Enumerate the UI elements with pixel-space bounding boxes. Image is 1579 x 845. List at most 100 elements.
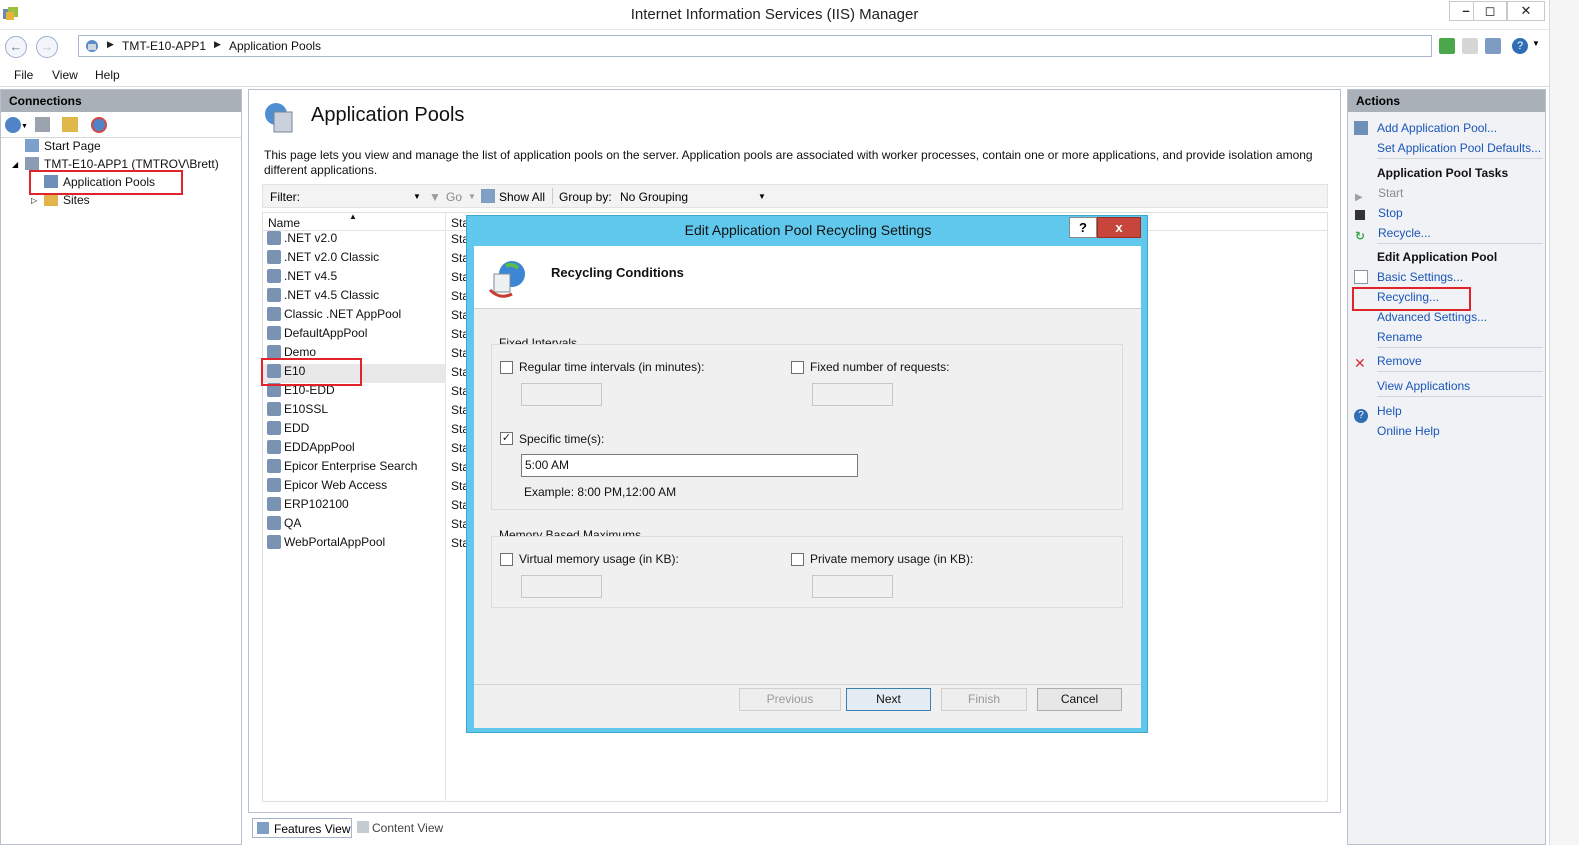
menu-file[interactable]: File (14, 68, 33, 82)
navigation-bar: ← → ▶ TMT-E10-APP1 ▶ Application Pools ?… (0, 31, 1549, 61)
pool-row[interactable]: DefaultAppPool (263, 326, 445, 345)
pool-row[interactable]: ERP102100 (263, 497, 445, 516)
filter-input[interactable] (303, 187, 421, 205)
help-dropdown-icon[interactable]: ▼ (1532, 39, 1540, 48)
maximize-button[interactable]: ◻ (1473, 1, 1507, 21)
remove-link[interactable]: ✕ Remove (1354, 354, 1422, 371)
pool-row[interactable]: .NET v2.0 (263, 231, 445, 250)
breadcrumb-arrow-icon: ▶ (107, 39, 114, 49)
connections-header: Connections (1, 90, 241, 112)
dialog-title: Edit Application Pool Recycling Settings (684, 222, 932, 238)
fixed-requests-label: Fixed number of requests: (810, 360, 950, 374)
pool-row[interactable]: EDD (263, 421, 445, 440)
pool-row[interactable]: .NET v2.0 Classic (263, 250, 445, 269)
recycle-action[interactable]: ↻ Recycle... (1355, 226, 1431, 243)
separator (1377, 243, 1543, 244)
pool-row[interactable]: E10SSL (263, 402, 445, 421)
tree-start-page[interactable]: Start Page (25, 139, 101, 153)
next-button[interactable]: Next (846, 688, 931, 711)
collapse-arrow-icon[interactable]: ◢ (12, 160, 18, 169)
fixed-requests-checkbox[interactable] (791, 361, 804, 374)
pool-row[interactable]: .NET v4.5 (263, 269, 445, 288)
virtual-memory-input[interactable] (521, 575, 602, 598)
basic-settings-link[interactable]: Basic Settings... (1354, 270, 1463, 284)
view-applications-link[interactable]: View Applications (1377, 379, 1470, 393)
breadcrumb-app-pools[interactable]: Application Pools (229, 39, 321, 53)
stop-loading-icon[interactable] (1462, 38, 1478, 54)
finish-button[interactable]: Finish (941, 688, 1027, 711)
tab-features-view[interactable]: Features View (252, 818, 352, 838)
app-pool-icon (267, 250, 281, 264)
pool-row[interactable]: EDDAppPool (263, 440, 445, 459)
fixed-requests-input[interactable] (812, 383, 893, 406)
address-bar[interactable]: ▶ TMT-E10-APP1 ▶ Application Pools (78, 35, 1432, 57)
menu-view[interactable]: View (52, 68, 78, 82)
go-dropdown-icon[interactable]: ▼ (468, 192, 476, 201)
specific-times-label: Specific time(s): (519, 432, 605, 446)
tree-sites[interactable]: Sites (44, 193, 90, 207)
online-help-link[interactable]: Online Help (1377, 424, 1440, 438)
dialog-close-button[interactable]: x (1097, 217, 1141, 238)
previous-button[interactable]: Previous (739, 688, 841, 711)
home-icon[interactable] (1485, 38, 1501, 54)
connections-panel: Connections ▼ Start Page ◢ TMT-E10-APP1 … (0, 89, 242, 845)
pool-name: ERP102100 (284, 497, 349, 511)
expand-arrow-icon[interactable]: ▷ (31, 196, 37, 205)
group-by-select[interactable]: No Grouping (620, 190, 688, 204)
back-button[interactable]: ← (5, 36, 27, 58)
regular-time-checkbox[interactable] (500, 361, 513, 374)
set-pool-defaults-link[interactable]: Set Application Pool Defaults... (1377, 141, 1541, 155)
add-application-pool-link[interactable]: Add Application Pool... (1354, 121, 1497, 135)
pool-row[interactable]: Classic .NET AppPool (263, 307, 445, 326)
name-column-header[interactable]: Name ▲ (263, 212, 445, 231)
show-all-button[interactable]: Show All (499, 190, 545, 204)
app-pool-icon (267, 345, 281, 359)
dialog-help-button[interactable]: ? (1069, 217, 1097, 238)
specific-times-checkbox[interactable]: ✓ (500, 432, 513, 445)
pool-name: E10SSL (284, 402, 329, 416)
tree-server[interactable]: TMT-E10-APP1 (TMTROV\Brett) (25, 157, 219, 171)
pool-row[interactable]: Epicor Web Access (263, 478, 445, 497)
private-memory-checkbox[interactable] (791, 553, 804, 566)
breadcrumb-server[interactable]: TMT-E10-APP1 (122, 39, 206, 53)
stop-action[interactable]: Stop (1355, 206, 1403, 220)
folder-up-icon[interactable] (62, 117, 78, 132)
recycling-settings-dialog: Edit Application Pool Recycling Settings… (466, 215, 1148, 733)
settings-page-icon (1354, 270, 1368, 284)
rename-link[interactable]: Rename (1377, 330, 1422, 344)
specific-times-example: Example: 8:00 PM,12:00 AM (524, 485, 677, 499)
pool-name: .NET v2.0 Classic (284, 250, 380, 264)
regular-time-input[interactable] (521, 383, 602, 406)
features-view-icon (257, 822, 269, 834)
forward-button[interactable]: → (36, 36, 58, 58)
refresh-icon[interactable] (1439, 38, 1455, 54)
app-pool-icon (267, 231, 281, 245)
cancel-button[interactable]: Cancel (1037, 688, 1122, 711)
advanced-settings-link[interactable]: Advanced Settings... (1377, 310, 1487, 324)
connect-icon[interactable] (5, 117, 21, 133)
add-pool-icon (1354, 121, 1368, 135)
group-by-dropdown-icon[interactable]: ▼ (758, 192, 766, 201)
tab-content-view[interactable]: Content View (355, 818, 450, 838)
page-title: Application Pools (311, 104, 465, 126)
pool-row[interactable]: .NET v4.5 Classic (263, 288, 445, 307)
menu-help[interactable]: Help (95, 68, 120, 82)
close-window-button[interactable]: ✕ (1507, 1, 1545, 21)
filter-dropdown-icon[interactable]: ▼ (413, 192, 421, 201)
help-icon[interactable]: ? (1512, 38, 1528, 54)
pool-row[interactable]: WebPortalAppPool (263, 535, 445, 554)
help-link[interactable]: ? Help (1354, 404, 1402, 423)
breadcrumb-arrow-icon: ▶ (214, 39, 221, 49)
specific-times-input[interactable]: 5:00 AM (521, 454, 858, 477)
private-memory-input[interactable] (812, 575, 893, 598)
pool-row[interactable]: Epicor Enterprise Search (263, 459, 445, 478)
save-icon[interactable] (35, 117, 50, 132)
start-action[interactable]: ▶ Start (1355, 186, 1403, 206)
connect-dropdown-icon[interactable]: ▼ (21, 123, 28, 130)
content-view-icon (357, 821, 369, 833)
pool-row[interactable]: QA (263, 516, 445, 535)
go-button[interactable]: Go (446, 190, 462, 204)
disconnect-icon[interactable] (91, 117, 107, 133)
filter-divider (552, 188, 553, 204)
virtual-memory-checkbox[interactable] (500, 553, 513, 566)
